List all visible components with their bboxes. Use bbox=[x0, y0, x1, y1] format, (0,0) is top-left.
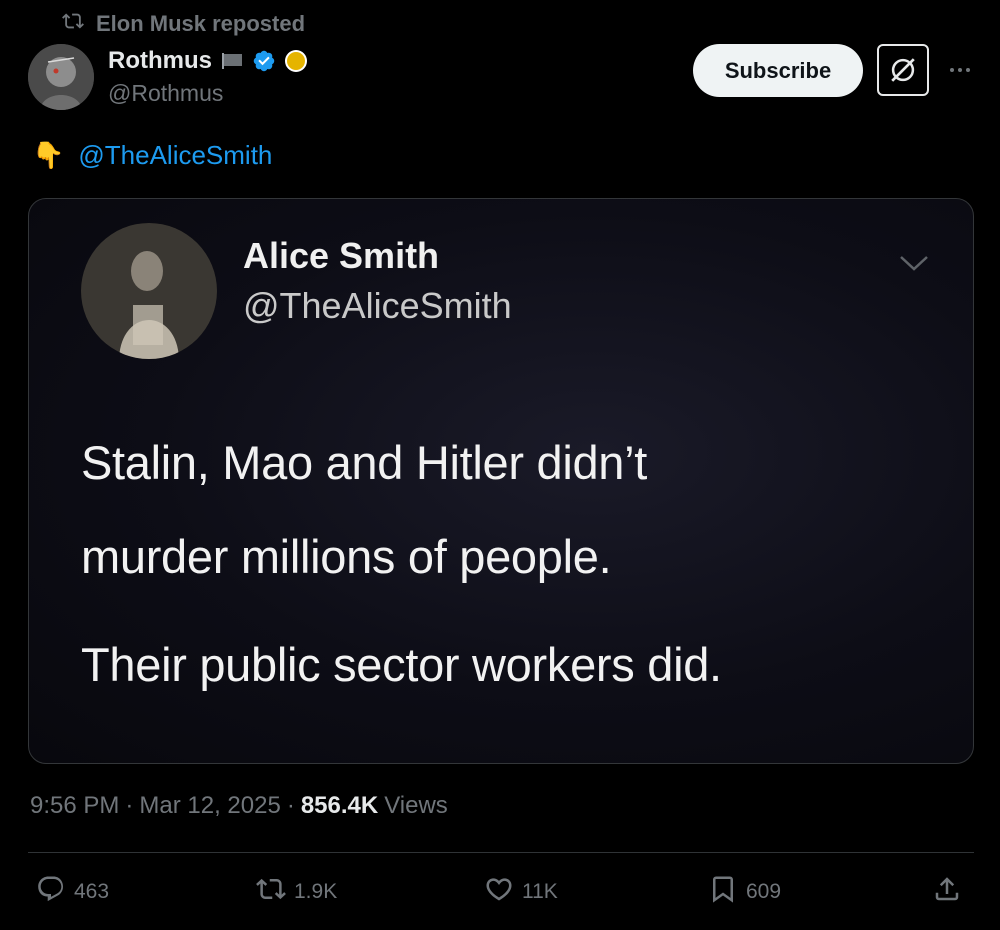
author-handle[interactable]: @Rothmus bbox=[108, 80, 308, 107]
repost-icon bbox=[62, 10, 84, 38]
embedded-handle: @TheAliceSmith bbox=[243, 285, 512, 326]
bookmark-count: 609 bbox=[746, 880, 782, 903]
embedded-name: Alice Smith bbox=[243, 235, 440, 276]
repost-label: Elon Musk reposted bbox=[96, 11, 306, 36]
repost-button[interactable]: 1.9K bbox=[256, 870, 337, 914]
mention-link[interactable]: @TheAliceSmith bbox=[78, 140, 272, 171]
meta-separator: · bbox=[125, 792, 134, 819]
author-avatar[interactable] bbox=[28, 44, 94, 110]
bookmark-icon bbox=[708, 874, 738, 910]
flag-icon bbox=[220, 49, 244, 73]
chevron-down-icon bbox=[897, 251, 931, 275]
post-meta: 9:56 PM · Mar 12, 2025 · 856.4K Views bbox=[30, 792, 448, 820]
bookmark-button[interactable]: 609 bbox=[708, 870, 781, 914]
action-bar: 463 1.9K 11K 609 bbox=[0, 870, 1000, 914]
media-image[interactable]: Alice Smith @TheAliceSmith Stalin, Mao a… bbox=[28, 198, 974, 764]
views-label: Views bbox=[384, 792, 448, 819]
author-name[interactable]: Rothmus bbox=[108, 47, 212, 75]
heart-icon bbox=[484, 874, 514, 910]
reply-icon bbox=[36, 874, 66, 910]
subscribe-button[interactable]: Subscribe bbox=[693, 44, 863, 97]
tweet-text: 👇 @TheAliceSmith bbox=[32, 140, 272, 171]
repost-indicator[interactable]: Elon Musk reposted bbox=[62, 10, 305, 38]
embedded-text-line-3: Their public sector workers did. bbox=[81, 638, 722, 691]
like-button[interactable]: 11K bbox=[484, 870, 558, 914]
more-icon[interactable] bbox=[944, 58, 976, 82]
embedded-text-line-2: murder millions of people. bbox=[81, 530, 612, 583]
reply-count: 463 bbox=[74, 880, 110, 903]
meta-separator: · bbox=[286, 792, 295, 819]
embedded-text-line-1: Stalin, Mao and Hitler didn’t bbox=[81, 436, 648, 489]
grok-icon[interactable] bbox=[877, 44, 929, 96]
author-block: Rothmus @Rothmus bbox=[108, 44, 308, 107]
post-time[interactable]: 9:56 PM bbox=[30, 792, 119, 820]
repost-count: 1.9K bbox=[294, 880, 338, 903]
views-count: 856.4K bbox=[300, 792, 379, 819]
share-icon bbox=[932, 874, 962, 910]
like-count: 11K bbox=[522, 880, 558, 903]
post-date[interactable]: Mar 12, 2025 bbox=[139, 792, 280, 820]
divider bbox=[28, 852, 974, 853]
embedded-avatar bbox=[81, 223, 217, 359]
reply-button[interactable]: 463 bbox=[36, 870, 109, 914]
share-button[interactable] bbox=[932, 870, 962, 914]
gold-circle-icon bbox=[284, 49, 308, 73]
pointing-down-emoji: 👇 bbox=[32, 140, 65, 170]
verified-badge-icon bbox=[252, 49, 276, 73]
repost-icon bbox=[256, 874, 286, 910]
